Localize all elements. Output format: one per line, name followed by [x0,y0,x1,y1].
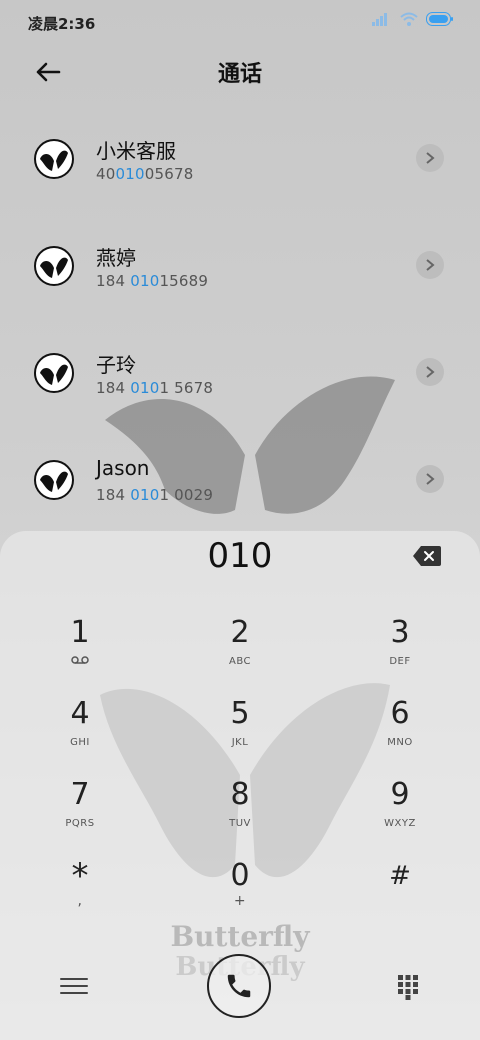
chevron-right-icon [426,152,435,164]
key-0[interactable]: 0 + [185,859,295,931]
contact-row[interactable]: Jason 184 0101 0029 [0,425,480,532]
key-8[interactable]: 8 TUV [185,778,295,850]
keypad-icon[interactable] [396,974,420,1000]
contact-name: 小米客服 [96,139,176,163]
status-time: 凌晨2:36 [28,15,96,33]
butterfly-avatar-icon [40,150,68,171]
status-bar: 凌晨2:36 [0,0,480,44]
backspace-icon[interactable] [412,545,442,567]
contact-name: Jason [96,456,150,480]
header: 通话 [0,44,480,100]
contact-row[interactable]: 小米客服 4001005678 [0,104,480,211]
key-9[interactable]: 9 WXYZ [345,778,455,850]
battery-icon [426,12,453,26]
contact-detail-button[interactable] [416,251,444,279]
avatar [34,139,74,179]
contact-list: 小米客服 4001005678 燕婷 184 01015689 子玲 184 0… [0,104,480,532]
bottom-bar [0,954,480,1024]
key-3[interactable]: 3 DEF [345,616,455,688]
key-2[interactable]: 2 ABC [185,616,295,688]
contact-row[interactable]: 燕婷 184 01015689 [0,211,480,318]
contact-detail-button[interactable] [416,144,444,172]
key-4[interactable]: 4 GHI [25,697,135,769]
status-icons [372,12,454,26]
contact-number: 4001005678 [96,165,194,183]
contact-name: 子玲 [96,353,136,377]
contact-number: 184 0101 0029 [96,486,214,504]
key-5[interactable]: 5 JKL [185,697,295,769]
menu-icon [60,978,88,980]
chevron-right-icon [426,473,435,485]
phone-icon [227,974,251,998]
avatar [34,353,74,393]
dial-input[interactable]: 010 [0,536,480,576]
butterfly-avatar-icon [40,471,68,492]
chevron-right-icon [426,259,435,271]
contact-number: 184 01015689 [96,272,209,290]
key-1[interactable]: 1 [25,616,135,688]
contact-detail-button[interactable] [416,358,444,386]
key-star[interactable]: * , [25,859,135,931]
contact-detail-button[interactable] [416,465,444,493]
avatar [34,460,74,500]
voicemail-icon [71,656,89,664]
key-6[interactable]: 6 MNO [345,697,455,769]
call-button[interactable] [207,954,271,1018]
menu-button[interactable] [60,972,88,1000]
contact-name: 燕婷 [96,246,136,270]
butterfly-avatar-icon [40,257,68,278]
avatar [34,246,74,286]
chevron-right-icon [426,366,435,378]
key-7[interactable]: 7 PQRS [25,778,135,850]
contact-row[interactable]: 子玲 184 0101 5678 [0,318,480,425]
signal-icon [372,13,387,26]
page-title: 通话 [217,62,262,87]
key-hash[interactable]: # [345,859,455,931]
wifi-icon [400,12,418,26]
contact-number: 184 0101 5678 [96,379,214,397]
butterfly-avatar-icon [40,364,68,385]
